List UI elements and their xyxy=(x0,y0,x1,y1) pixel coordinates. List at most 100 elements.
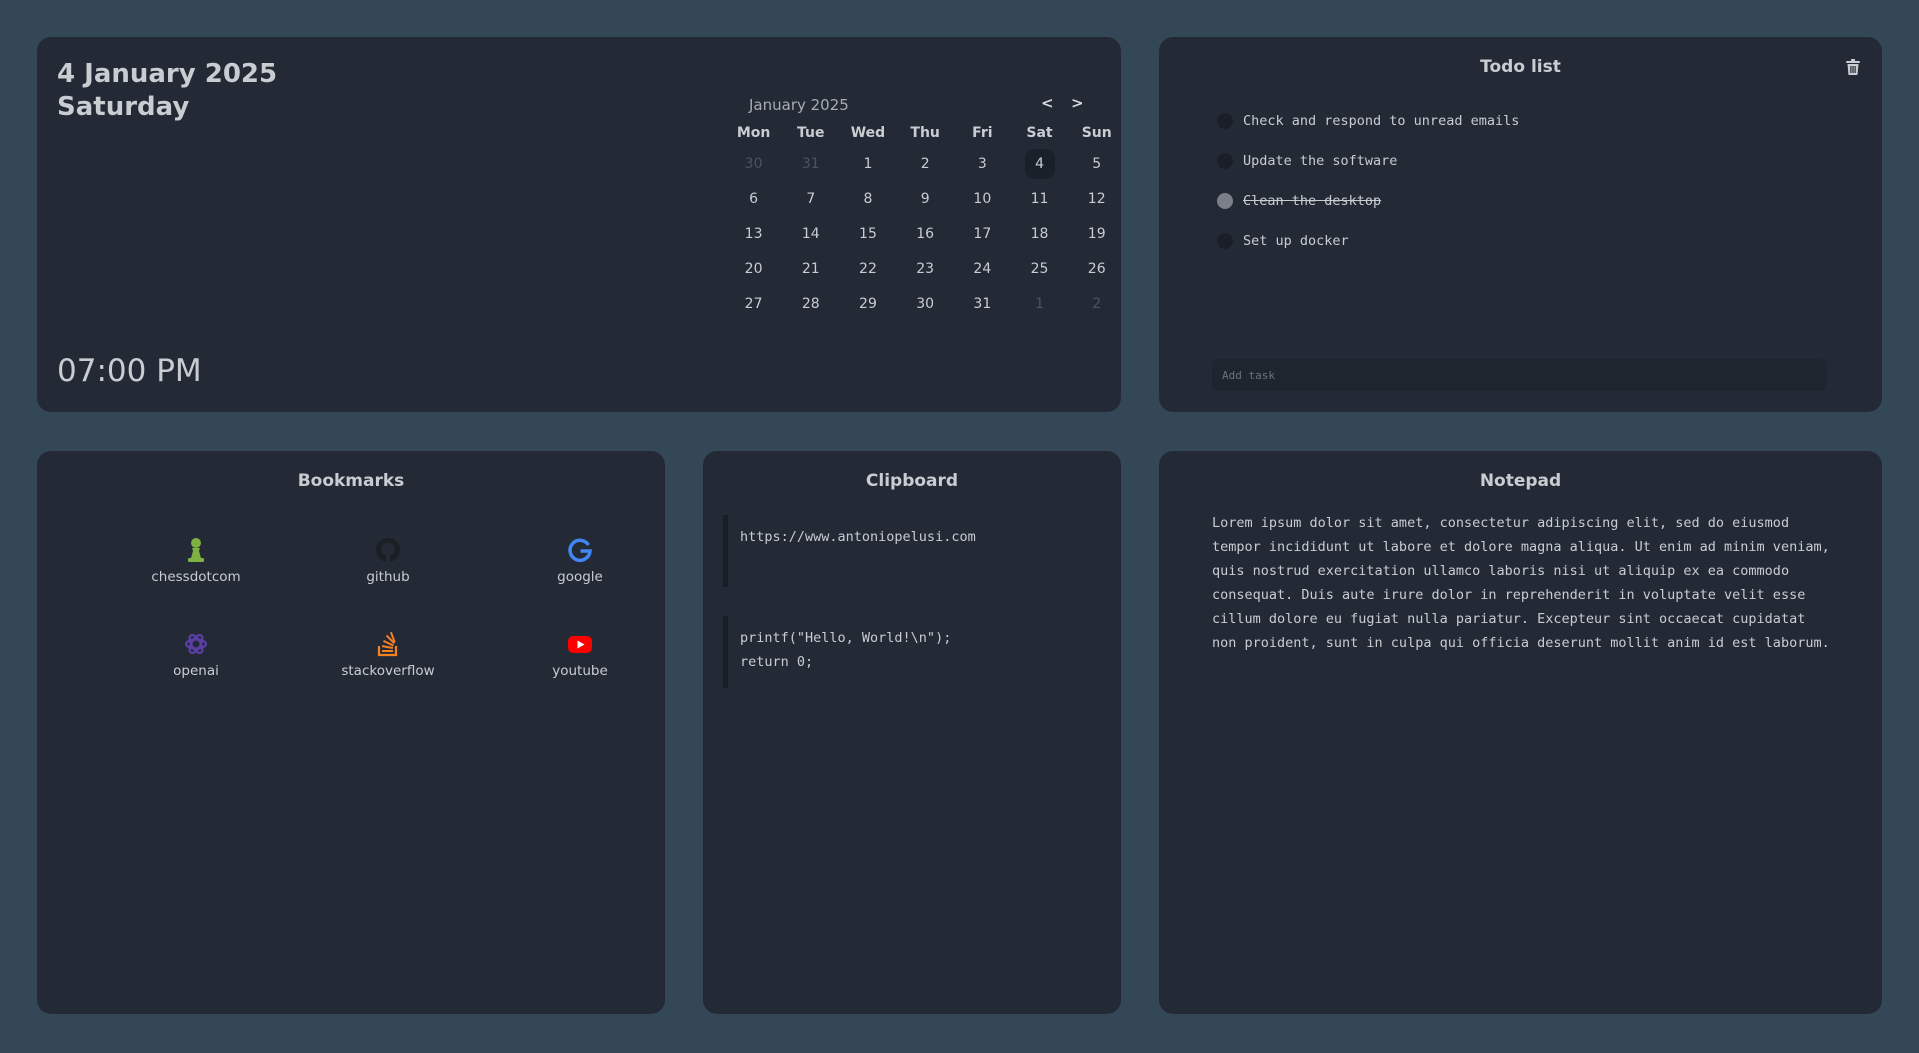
date-calendar-card: 4 January 2025 Saturday 07:00 PM January… xyxy=(37,37,1121,412)
weekday-label: Mon xyxy=(736,125,771,141)
current-time: 07:00 PM xyxy=(57,353,202,389)
bookmark-github[interactable]: github xyxy=(318,537,458,585)
weekday-label: Sat xyxy=(1026,125,1053,141)
trash-icon[interactable] xyxy=(1846,59,1860,75)
clipboard-title: Clipboard xyxy=(865,471,959,491)
github-icon xyxy=(376,538,400,562)
todo-item[interactable]: Set up docker xyxy=(1217,221,1519,261)
calendar-week: 13 14 15 16 17 18 19 xyxy=(725,216,1125,251)
todo-checkbox[interactable] xyxy=(1217,193,1233,209)
google-icon xyxy=(568,538,592,563)
clipboard-card: Clipboard https://www.antoniopelusi.com … xyxy=(703,451,1121,1014)
calendar-week: 20 21 22 23 24 25 26 xyxy=(725,251,1125,286)
calendar-day[interactable]: 5 xyxy=(1068,156,1125,172)
calendar-day[interactable]: 14 xyxy=(782,226,839,242)
bookmark-chessdotcom[interactable]: chessdotcom xyxy=(126,537,266,585)
weekday-label: Sun xyxy=(1081,125,1112,141)
calendar-day[interactable]: 8 xyxy=(839,191,896,207)
todo-checkbox[interactable] xyxy=(1217,233,1233,249)
current-date: 4 January 2025 xyxy=(57,59,278,89)
bookmark-youtube[interactable]: youtube xyxy=(510,631,650,679)
calendar-day[interactable]: 2 xyxy=(1068,296,1125,312)
chess-pawn-icon xyxy=(188,538,204,562)
calendar-day[interactable]: 2 xyxy=(897,156,954,172)
bookmark-label: github xyxy=(366,569,410,585)
calendar-day[interactable]: 29 xyxy=(839,296,896,312)
calendar-day[interactable]: 15 xyxy=(839,226,896,242)
current-weekday: Saturday xyxy=(57,92,190,122)
calendar-day[interactable]: 25 xyxy=(1011,261,1068,277)
todo-item-completed[interactable]: Clean the desktop xyxy=(1217,181,1519,221)
todo-item[interactable]: Update the software xyxy=(1217,141,1519,181)
calendar-day[interactable]: 11 xyxy=(1011,191,1068,207)
calendar-day[interactable]: 30 xyxy=(725,156,782,172)
calendar-day[interactable]: 3 xyxy=(954,156,1011,172)
todo-item-text: Check and respond to unread emails xyxy=(1243,113,1520,129)
todo-checkbox[interactable] xyxy=(1217,113,1233,129)
openai-icon xyxy=(184,633,208,655)
bookmarks-card: Bookmarks chessdotcom github google open… xyxy=(37,451,665,1014)
calendar-day[interactable]: 9 xyxy=(897,191,954,207)
stackoverflow-icon xyxy=(377,631,398,657)
weekday-label: Thu xyxy=(910,125,940,141)
calendar-day-today[interactable]: 4 xyxy=(1011,148,1068,179)
bookmark-label: chessdotcom xyxy=(151,569,241,585)
calendar-week: 6 7 8 9 10 11 12 xyxy=(725,181,1125,216)
todo-item-text: Set up docker xyxy=(1243,233,1349,249)
add-task-input[interactable] xyxy=(1212,359,1826,391)
todo-list: Check and respond to unread emails Updat… xyxy=(1217,101,1519,261)
weekday-label: Fri xyxy=(972,125,993,141)
calendar-day[interactable]: 13 xyxy=(725,226,782,242)
clipboard-item[interactable]: https://www.antoniopelusi.com xyxy=(723,515,1101,587)
bookmark-google[interactable]: google xyxy=(510,537,650,585)
todo-card: Todo list Check and respond to unread em… xyxy=(1159,37,1882,412)
bookmark-openai[interactable]: openai xyxy=(126,631,266,679)
bookmark-label: youtube xyxy=(552,663,608,679)
calendar-week: 30 31 1 2 3 4 5 xyxy=(725,146,1125,181)
calendar-day[interactable]: 1 xyxy=(839,156,896,172)
calendar-day[interactable]: 28 xyxy=(782,296,839,312)
todo-item[interactable]: Check and respond to unread emails xyxy=(1217,101,1519,141)
calendar-day[interactable]: 31 xyxy=(954,296,1011,312)
todo-checkbox[interactable] xyxy=(1217,153,1233,169)
calendar-day[interactable]: 20 xyxy=(725,261,782,277)
calendar-next-button[interactable]: > xyxy=(1071,94,1084,112)
calendar-month-label: January 2025 xyxy=(749,96,849,114)
todo-item-text: Update the software xyxy=(1243,153,1398,169)
calendar-day[interactable]: 16 xyxy=(897,226,954,242)
calendar-day[interactable]: 6 xyxy=(725,191,782,207)
bookmark-label: google xyxy=(557,569,603,585)
calendar-day[interactable]: 19 xyxy=(1068,226,1125,242)
calendar-day[interactable]: 17 xyxy=(954,226,1011,242)
calendar-grid: Mon Tue Wed Thu Fri Sat Sun 30 31 1 2 3 … xyxy=(725,120,1125,321)
todo-item-text: Clean the desktop xyxy=(1243,193,1382,209)
weekday-label: Tue xyxy=(797,125,825,141)
weekday-label: Wed xyxy=(850,125,886,141)
calendar-prev-button[interactable]: < xyxy=(1041,94,1054,112)
bookmark-stackoverflow[interactable]: stackoverflow xyxy=(318,631,458,679)
calendar-day[interactable]: 30 xyxy=(897,296,954,312)
bookmark-label: openai xyxy=(173,663,219,679)
calendar-day[interactable]: 26 xyxy=(1068,261,1125,277)
calendar-day[interactable]: 22 xyxy=(839,261,896,277)
calendar-day[interactable]: 24 xyxy=(954,261,1011,277)
youtube-icon xyxy=(568,636,592,653)
calendar-day[interactable]: 10 xyxy=(954,191,1011,207)
calendar-day[interactable]: 12 xyxy=(1068,191,1125,207)
calendar-day[interactable]: 31 xyxy=(782,156,839,172)
calendar-day[interactable]: 23 xyxy=(897,261,954,277)
calendar-day[interactable]: 27 xyxy=(725,296,782,312)
calendar-weekday-header: Mon Tue Wed Thu Fri Sat Sun xyxy=(725,120,1125,146)
todo-title: Todo list xyxy=(1480,57,1561,77)
calendar-day[interactable]: 21 xyxy=(782,261,839,277)
bookmarks-title: Bookmarks xyxy=(297,471,405,491)
clipboard-item[interactable]: printf("Hello, World!\n"); return 0; xyxy=(723,616,1101,688)
calendar-week: 27 28 29 30 31 1 2 xyxy=(725,286,1125,321)
notepad-card: Notepad xyxy=(1159,451,1882,1014)
calendar-day[interactable]: 1 xyxy=(1011,296,1068,312)
notepad-title: Notepad xyxy=(1479,471,1562,491)
calendar-day[interactable]: 18 xyxy=(1011,226,1068,242)
calendar-day[interactable]: 7 xyxy=(782,191,839,207)
bookmark-label: stackoverflow xyxy=(341,663,435,679)
notepad-textarea[interactable] xyxy=(1212,511,1838,981)
